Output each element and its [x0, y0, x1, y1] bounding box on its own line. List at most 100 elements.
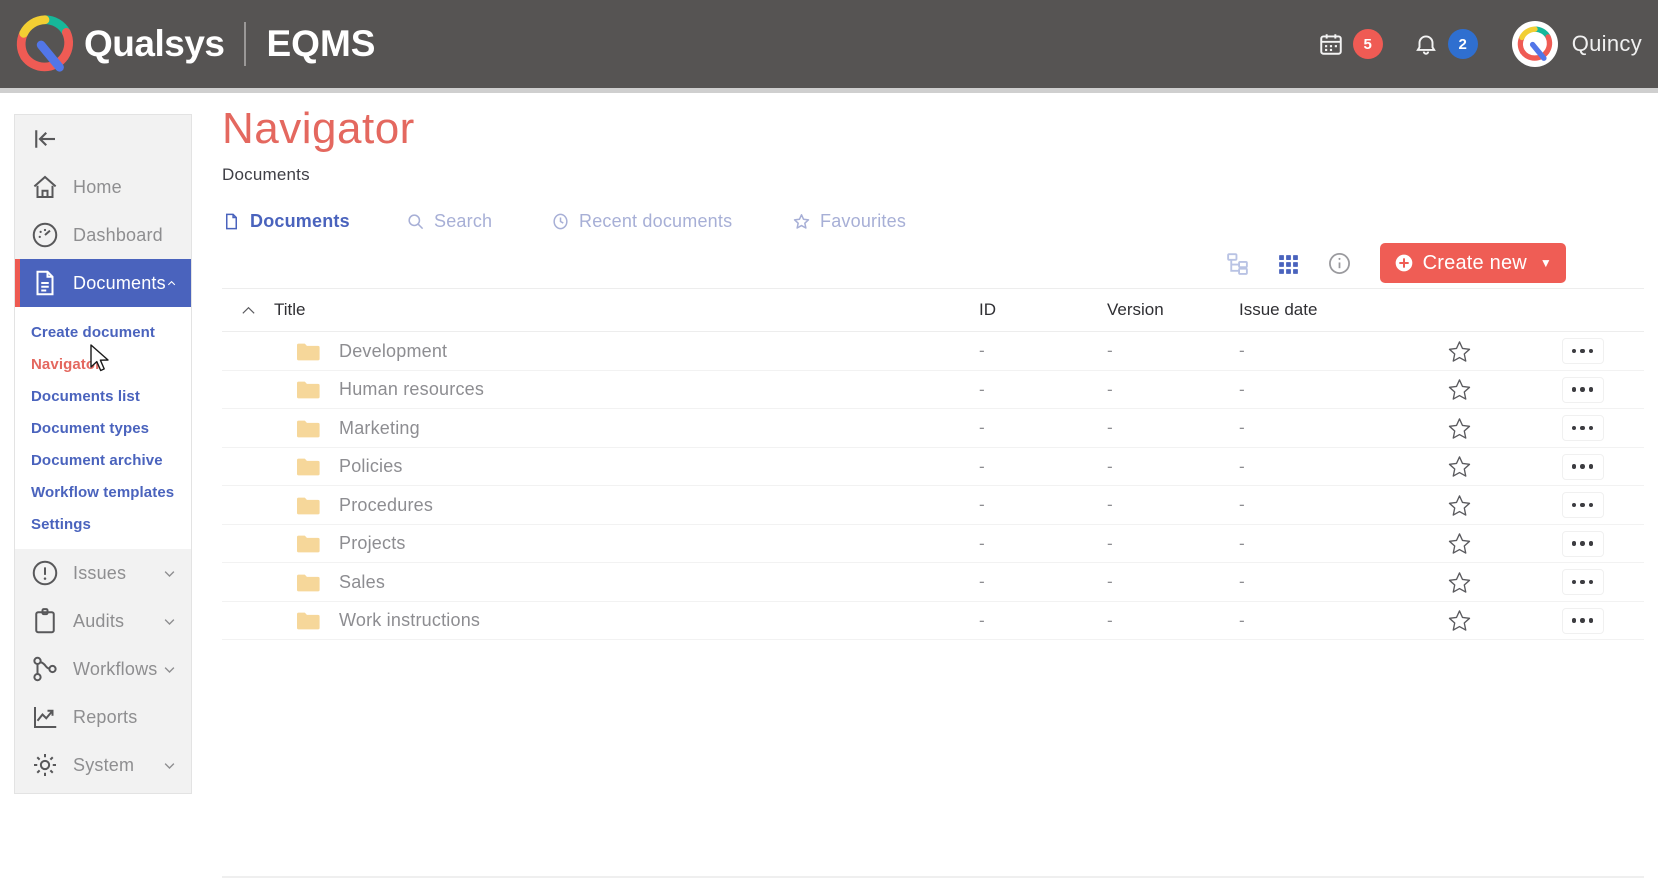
row-title-label: Work instructions	[339, 610, 480, 631]
row-id-cell: -	[979, 572, 1107, 592]
row-favourite-button[interactable]	[1397, 416, 1521, 441]
row-favourite-button[interactable]	[1397, 608, 1521, 633]
table-row[interactable]: Human resources---	[222, 371, 1644, 410]
brand[interactable]: Qualsys EQMS	[0, 13, 375, 75]
calendar-button[interactable]: 5	[1318, 29, 1383, 59]
table-row[interactable]: Procedures---	[222, 486, 1644, 525]
table-row[interactable]: Marketing---	[222, 409, 1644, 448]
row-issue-date-cell: -	[1239, 380, 1397, 400]
row-title-cell[interactable]: Projects	[274, 533, 979, 554]
row-title-label: Policies	[339, 456, 403, 477]
sidebar-item-dashboard[interactable]: Dashboard	[15, 211, 191, 259]
brand-name: Qualsys	[84, 23, 224, 65]
info-circle-icon[interactable]	[1327, 251, 1352, 276]
row-id-cell: -	[979, 534, 1107, 554]
row-version-cell: -	[1107, 495, 1239, 515]
folder-icon	[296, 573, 320, 592]
sidebar-item-issues[interactable]: Issues	[15, 549, 191, 597]
tab-documents[interactable]: Documents	[222, 211, 406, 232]
qualsys-logo-icon	[14, 13, 76, 75]
chevron-up-icon	[166, 276, 177, 291]
row-favourite-button[interactable]	[1397, 454, 1521, 479]
star-outline-icon	[1447, 339, 1472, 364]
row-favourite-button[interactable]	[1397, 570, 1521, 595]
sidebar: Home Dashboard Documents Create document…	[14, 114, 192, 794]
tab-label: Favourites	[820, 211, 906, 232]
row-id-cell: -	[979, 418, 1107, 438]
tab-favourites[interactable]: Favourites	[792, 211, 906, 232]
sidebar-subitem-documents-list[interactable]: Documents list	[15, 380, 191, 412]
sidebar-item-audits[interactable]: Audits	[15, 597, 191, 645]
row-title-cell[interactable]: Procedures	[274, 495, 979, 516]
row-actions-menu-button[interactable]	[1562, 415, 1604, 441]
row-title-cell[interactable]: Work instructions	[274, 610, 979, 631]
tab-recent-documents[interactable]: Recent documents	[551, 211, 792, 232]
column-header-id[interactable]: ID	[979, 300, 1107, 320]
sidebar-item-label: Audits	[73, 611, 124, 632]
sidebar-subitem-document-types[interactable]: Document types	[15, 412, 191, 444]
ellipsis-icon	[1572, 618, 1577, 623]
mouse-cursor	[90, 344, 112, 374]
star-outline-icon	[1447, 377, 1472, 402]
sidebar-item-workflows[interactable]: Workflows	[15, 645, 191, 693]
column-label[interactable]: Title	[274, 300, 306, 320]
create-new-button[interactable]: Create new ▼	[1380, 243, 1566, 283]
notifications-button[interactable]: 2	[1413, 29, 1478, 59]
column-header-version[interactable]: Version	[1107, 300, 1239, 320]
star-icon	[792, 212, 811, 231]
sidebar-subitem-settings[interactable]: Settings	[15, 508, 191, 540]
row-actions-menu-button[interactable]	[1562, 531, 1604, 557]
row-actions-menu-button[interactable]	[1562, 377, 1604, 403]
sidebar-item-reports[interactable]: Reports	[15, 693, 191, 741]
column-header-issue-date[interactable]: Issue date	[1239, 300, 1397, 320]
row-favourite-button[interactable]	[1397, 493, 1521, 518]
row-issue-date-cell: -	[1239, 495, 1397, 515]
sidebar-subitem-workflow-templates[interactable]: Workflow templates	[15, 476, 191, 508]
folder-icon	[296, 457, 320, 476]
row-title-cell[interactable]: Marketing	[274, 418, 979, 439]
table-row[interactable]: Policies---	[222, 448, 1644, 487]
row-title-cell[interactable]: Sales	[274, 572, 979, 593]
row-title-cell[interactable]: Development	[274, 341, 979, 362]
calendar-badge: 5	[1353, 29, 1383, 59]
folder-icon	[296, 380, 320, 399]
avatar[interactable]	[1512, 21, 1558, 67]
ellipsis-icon	[1572, 580, 1577, 585]
row-title-cell[interactable]: Policies	[274, 456, 979, 477]
grid-view-icon[interactable]	[1276, 251, 1301, 276]
row-actions-menu-button[interactable]	[1562, 608, 1604, 634]
row-favourite-button[interactable]	[1397, 531, 1521, 556]
row-favourite-button[interactable]	[1397, 377, 1521, 402]
table-row[interactable]: Sales---	[222, 563, 1644, 602]
sidebar-subitem-document-archive[interactable]: Document archive	[15, 444, 191, 476]
tree-view-icon[interactable]	[1225, 251, 1250, 276]
chevron-down-icon	[162, 566, 177, 581]
row-actions-menu-button[interactable]	[1562, 569, 1604, 595]
star-outline-icon	[1447, 454, 1472, 479]
sidebar-item-documents[interactable]: Documents	[15, 259, 191, 307]
sidebar-item-label: Dashboard	[73, 225, 163, 246]
gauge-icon	[30, 220, 60, 250]
table-row[interactable]: Projects---	[222, 525, 1644, 564]
collapse-sidebar-button[interactable]	[15, 115, 191, 163]
sidebar-item-system[interactable]: System	[15, 741, 191, 789]
table-row[interactable]: Work instructions---	[222, 602, 1644, 641]
row-title-cell[interactable]: Human resources	[274, 379, 979, 400]
row-favourite-button[interactable]	[1397, 339, 1521, 364]
notifications-badge: 2	[1448, 29, 1478, 59]
row-actions-menu-button[interactable]	[1562, 454, 1604, 480]
row-id-cell: -	[979, 495, 1107, 515]
row-version-cell: -	[1107, 611, 1239, 631]
sidebar-item-home[interactable]: Home	[15, 163, 191, 211]
chevron-down-icon	[162, 614, 177, 629]
sort-ascending-icon[interactable]	[222, 302, 274, 319]
ellipsis-icon	[1572, 541, 1577, 546]
table-row[interactable]: Development---	[222, 332, 1644, 371]
row-actions-menu-button[interactable]	[1562, 338, 1604, 364]
home-icon	[30, 172, 60, 202]
row-actions-menu-button[interactable]	[1562, 492, 1604, 518]
clipboard-icon	[30, 606, 60, 636]
tab-search[interactable]: Search	[406, 211, 551, 232]
username-label[interactable]: Quincy	[1572, 31, 1642, 57]
main-content: Navigator Documents Documents Search Rec…	[222, 105, 1658, 640]
